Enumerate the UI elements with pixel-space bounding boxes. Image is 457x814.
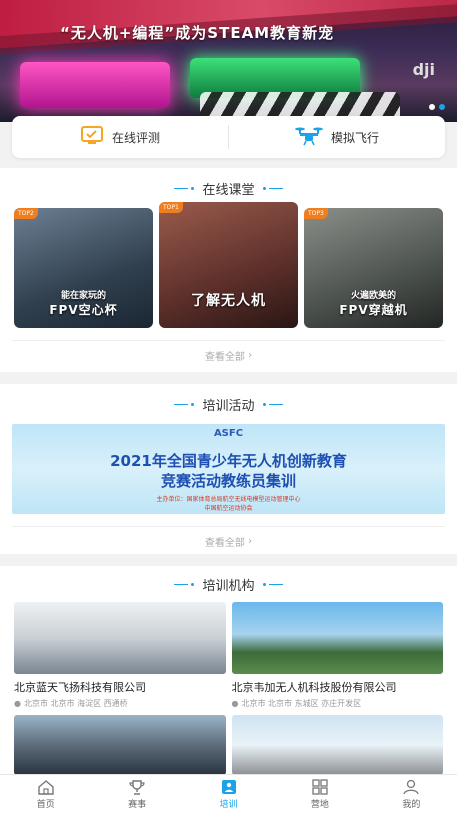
- pagination-dot[interactable]: [429, 104, 435, 110]
- chevron-right-icon: ›: [244, 350, 253, 361]
- tab-training[interactable]: 培训: [183, 775, 274, 814]
- home-icon: [38, 780, 54, 795]
- tab-label: 营地: [310, 800, 329, 810]
- institution-photo: [14, 715, 226, 775]
- course-card[interactable]: TOP3 火遍欧美的 FPV穿越机: [304, 208, 443, 328]
- institution-photo: [14, 602, 226, 674]
- training-banner-title: 2021年全国青少年无人机创新教育: [110, 452, 347, 470]
- institution-list: 北京蓝天飞扬科技有限公司 ● 北京市 北京市 海淀区 西通桥 北京韦加无人机科技…: [0, 602, 457, 775]
- training-banner-host: 主办单位：国家体育总局航空无线电模型运动管理中心: [156, 496, 301, 503]
- tab-camp[interactable]: 营地: [274, 775, 365, 814]
- section-header: 培训机构: [0, 566, 457, 602]
- course-card[interactable]: TOP1 了解无人机: [159, 202, 298, 328]
- section-title: 培训机构: [202, 578, 255, 594]
- section-title: 培训活动: [202, 398, 255, 414]
- monitor-check-icon: [80, 125, 104, 150]
- rank-badge: TOP3: [304, 208, 328, 219]
- quick-actions: 在线评测 模拟飞行: [12, 116, 445, 158]
- asfc-logo: ASFC: [213, 428, 244, 439]
- grid-icon: [312, 779, 328, 795]
- banner-title: “无人机+编程”成为STEAM教育新宠: [60, 24, 335, 42]
- section-header: 培训活动: [0, 384, 457, 424]
- view-all-label: 查看全部: [204, 538, 245, 549]
- institution-name: 北京韦加无人机科技股份有限公司: [231, 681, 397, 694]
- quick-online-eval[interactable]: 在线评测: [12, 116, 228, 158]
- section-title: 在线课堂: [202, 182, 255, 198]
- pagination-dot-active[interactable]: [439, 104, 445, 110]
- institution-location: 北京市 北京市 海淀区 西通桥: [23, 699, 128, 708]
- training-icon: [221, 780, 236, 794]
- banner-pagination[interactable]: [429, 104, 445, 110]
- tab-label: 赛事: [128, 800, 147, 810]
- institution-card[interactable]: 北京蓝天飞扬科技有限公司 ● 北京市 北京市 海淀区 西通桥: [14, 602, 226, 709]
- rank-badge: TOP1: [159, 202, 183, 213]
- tab-events[interactable]: 赛事: [91, 775, 182, 814]
- rank-badge: TOP2: [14, 208, 38, 219]
- drone-icon: [294, 125, 323, 150]
- user-icon: [403, 779, 419, 795]
- institution-card[interactable]: 北京韦加无人机科技股份有限公司 ● 北京市 北京市 东城区 亦庄开发区: [231, 602, 443, 709]
- trophy-icon: [129, 780, 145, 795]
- course-card[interactable]: TOP2 能在家玩的 FPV空心杯: [14, 208, 153, 328]
- bottom-tab-bar: 首页 赛事 培训 营地 我的: [0, 774, 457, 814]
- tab-label: 培训: [219, 800, 238, 810]
- course-list: TOP2 能在家玩的 FPV空心杯 TOP1 了解无人机 TOP3 火遍欧美的 …: [0, 202, 457, 330]
- course-title: FPV空心杯: [49, 303, 118, 317]
- course-subtitle: 能在家玩的: [60, 291, 106, 301]
- tab-label: 我的: [402, 800, 421, 810]
- institution-card[interactable]: [14, 715, 226, 775]
- institution-photo: [231, 602, 443, 674]
- quick-sim-flight[interactable]: 模拟飞行: [229, 116, 445, 158]
- location-pin-icon: ●: [231, 699, 239, 708]
- course-title: FPV穿越机: [339, 303, 408, 317]
- view-all-link[interactable]: 查看全部 ›: [12, 340, 445, 370]
- banner-drone-pink: [20, 62, 170, 108]
- institution-card[interactable]: [231, 715, 443, 775]
- institution-photo: [231, 715, 443, 775]
- institutions-section: 培训机构 北京蓝天飞扬科技有限公司 ● 北京市 北京市 海淀区 西通桥 北京韦加…: [0, 566, 457, 776]
- chevron-right-icon: ›: [244, 536, 253, 547]
- training-banner[interactable]: ASFC 2021年全国青少年无人机创新教育 竞赛活动教练员集训 主办单位：国家…: [12, 424, 445, 514]
- institution-location: 北京市 北京市 东城区 亦庄开发区: [241, 699, 362, 708]
- training-section: 培训活动 ASFC 2021年全国青少年无人机创新教育 竞赛活动教练员集训 主办…: [0, 384, 457, 554]
- quick-online-eval-label: 在线评测: [111, 130, 160, 145]
- quick-sim-flight-label: 模拟飞行: [330, 130, 379, 145]
- view-all-link[interactable]: 查看全部 ›: [12, 526, 445, 556]
- course-title: 了解无人机: [191, 293, 266, 309]
- location-pin-icon: ●: [14, 699, 21, 708]
- tab-label: 首页: [36, 800, 55, 810]
- tab-profile[interactable]: 我的: [366, 775, 457, 814]
- course-subtitle: 火遍欧美的: [350, 291, 396, 301]
- online-class-section: 在线课堂 TOP2 能在家玩的 FPV空心杯 TOP1 了解无人机 TOP3 火…: [0, 168, 457, 372]
- hero-banner[interactable]: “无人机+编程”成为STEAM教育新宠 dji: [0, 0, 457, 122]
- tab-home[interactable]: 首页: [0, 775, 91, 814]
- app-screen: “无人机+编程”成为STEAM教育新宠 dji 在线评测 模拟飞行 在线课堂 T…: [0, 0, 457, 814]
- training-banner-host2: 中国航空运动协会: [204, 505, 253, 512]
- training-banner-subtitle: 竞赛活动教练员集训: [160, 472, 296, 490]
- view-all-label: 查看全部: [204, 352, 245, 363]
- dji-logo: dji: [412, 60, 435, 79]
- institution-name: 北京蓝天飞扬科技有限公司: [14, 681, 146, 694]
